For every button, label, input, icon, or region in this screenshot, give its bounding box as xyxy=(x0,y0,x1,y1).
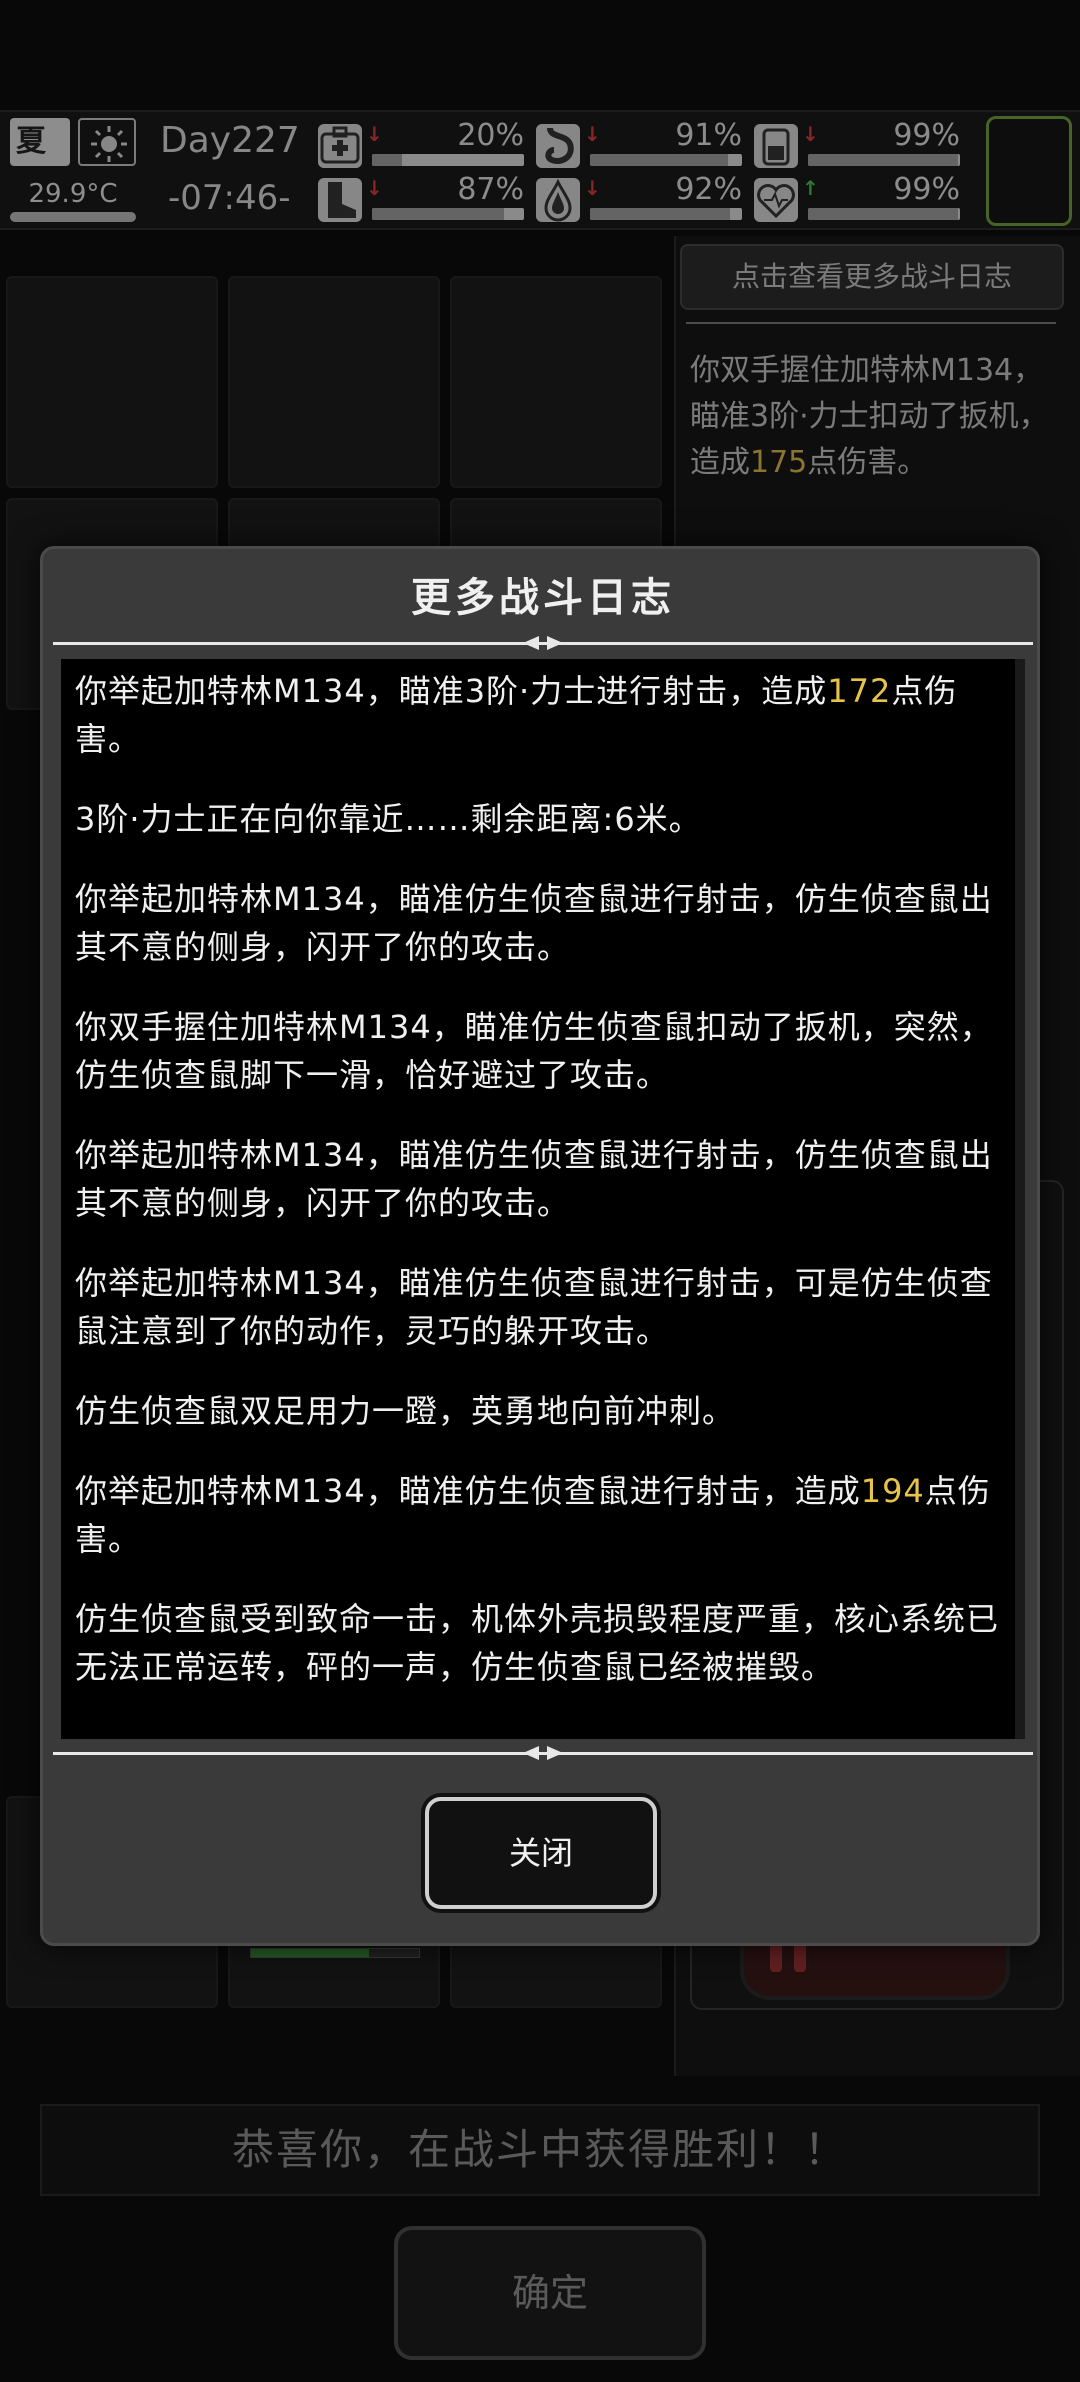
log-entry: 你举起加特林M134，瞄准仿生侦查鼠进行射击，仿生侦查鼠出其不意的侧身，闪开了你… xyxy=(75,875,1015,971)
log-text: 仿生侦查鼠受到致命一击，机体外壳损毁程度严重，核心系统已无法正常运转，砰的一声，… xyxy=(75,1600,1000,1686)
log-entry: 仿生侦查鼠受到致命一击，机体外壳损毁程度严重，核心系统已无法正常运转，砰的一声，… xyxy=(75,1595,1015,1691)
log-text: 你双手握住加特林M134，瞄准仿生侦查鼠扣动了扳机，突然，仿生侦查鼠脚下一滑，恰… xyxy=(75,1008,993,1094)
ornament-icon xyxy=(523,1746,563,1760)
log-text: 你举起加特林M134，瞄准仿生侦查鼠进行射击，造成 xyxy=(75,1472,861,1510)
damage-number: 172 xyxy=(827,672,892,710)
combat-log-scroll[interactable]: 你举起加特林M134，瞄准3阶·力士进行射击，造成172点伤害。 3阶·力士正在向… xyxy=(61,659,1025,1739)
log-text: 你举起加特林M134，瞄准3阶·力士进行射击，造成 xyxy=(75,672,828,710)
log-text: 你举起加特林M134，瞄准仿生侦查鼠进行射击，仿生侦查鼠出其不意的侧身，闪开了你… xyxy=(75,880,993,966)
close-button[interactable]: 关闭 xyxy=(425,1797,657,1909)
log-entry: 仿生侦查鼠双足用力一蹬，英勇地向前冲刺。 xyxy=(75,1387,1015,1435)
log-text: 仿生侦查鼠双足用力一蹬，英勇地向前冲刺。 xyxy=(75,1392,736,1430)
log-entry: 你举起加特林M134，瞄准仿生侦查鼠进行射击，可是仿生侦查鼠注意到了你的动作，灵… xyxy=(75,1259,1015,1355)
divider xyxy=(53,633,1033,653)
ornament-icon xyxy=(523,636,563,650)
combat-log-list: 你举起加特林M134，瞄准3阶·力士进行射击，造成172点伤害。 3阶·力士正在向… xyxy=(75,667,1015,1723)
log-entry: 你双手握住加特林M134，瞄准仿生侦查鼠扣动了扳机，突然，仿生侦查鼠脚下一滑，恰… xyxy=(75,1003,1015,1099)
game-screen: 夏 29.9°C Day227 -07:46- ↓ 20% ↓ 91% ↓ 99% ↓ 87%… xyxy=(0,0,1080,2382)
log-entry: 你举起加特林M134，瞄准仿生侦查鼠进行射击，造成194点伤害。 xyxy=(75,1467,1015,1563)
log-text: 3阶·力士正在向你靠近……剩余距离:6米。 xyxy=(75,800,702,838)
combat-log-dialog: 更多战斗日志 你举起加特林M134，瞄准3阶·力士进行射击，造成172点伤害。 3… xyxy=(40,546,1040,1946)
dialog-title: 更多战斗日志 xyxy=(411,575,675,621)
divider xyxy=(53,1743,1033,1763)
log-entry: 你举起加特林M134，瞄准3阶·力士进行射击，造成172点伤害。 xyxy=(75,667,1015,763)
log-entry: 你举起加特林M134，瞄准仿生侦查鼠进行射击，仿生侦查鼠出其不意的侧身，闪开了你… xyxy=(75,1131,1015,1227)
log-text: 你举起加特林M134，瞄准仿生侦查鼠进行射击，仿生侦查鼠出其不意的侧身，闪开了你… xyxy=(75,1136,993,1222)
log-entry: 3阶·力士正在向你靠近……剩余距离:6米。 xyxy=(75,795,1015,843)
log-text: 你举起加特林M134，瞄准仿生侦查鼠进行射击，可是仿生侦查鼠注意到了你的动作，灵… xyxy=(75,1264,993,1350)
scrollbar[interactable] xyxy=(1015,659,1025,1739)
damage-number: 194 xyxy=(860,1472,925,1510)
